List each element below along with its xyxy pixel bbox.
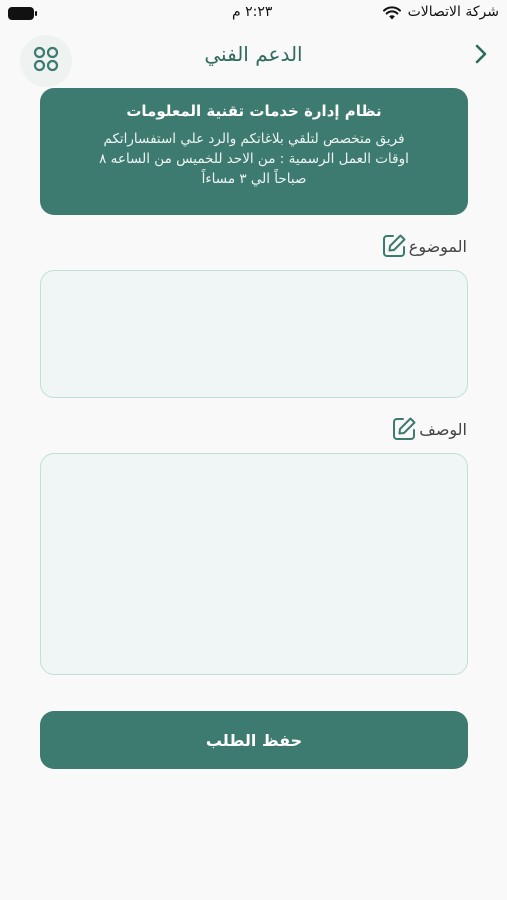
grid-icon <box>33 46 59 76</box>
info-card-title: نظام إدارة خدمات تقنية المعلومات <box>126 102 382 120</box>
menu-button[interactable] <box>20 35 72 87</box>
save-request-button[interactable]: حفظ الطلب <box>40 711 468 769</box>
wifi-icon <box>383 5 401 24</box>
edit-icon <box>379 231 409 261</box>
page-title: الدعم الفني <box>204 42 303 66</box>
status-time: ٢:٢٣ م <box>232 4 273 20</box>
battery-icon <box>8 7 38 21</box>
info-card-body: فريق متخصص لتلقي بلاغاتكم والرد علي استف… <box>40 129 468 189</box>
description-field[interactable] <box>41 454 467 674</box>
subject-label-text: الموضوع <box>408 236 467 256</box>
info-card-line: اوقات العمل الرسمية : من الاحد للخميس من… <box>99 151 409 167</box>
description-label: الوصف <box>379 414 467 444</box>
subject-field[interactable] <box>41 271 467 397</box>
subject-label: الموضوع <box>369 231 467 261</box>
subject-field-box <box>40 270 468 398</box>
info-card-line: فريق متخصص لتلقي بلاغاتكم والرد علي استف… <box>103 131 405 147</box>
description-field-box <box>40 453 468 675</box>
info-card: نظام إدارة خدمات تقنية المعلومات فريق مت… <box>40 88 468 215</box>
info-card-line: صباحاً الي ٣ مساءاً <box>201 171 307 187</box>
description-label-text: الوصف <box>419 419 467 439</box>
nav-bar: الدعم الفني <box>0 30 507 87</box>
edit-icon <box>389 414 419 444</box>
carrier-name: شركة الاتصالات <box>407 4 499 20</box>
status-bar: شركة الاتصالات ٢:٢٣ م <box>0 0 507 30</box>
